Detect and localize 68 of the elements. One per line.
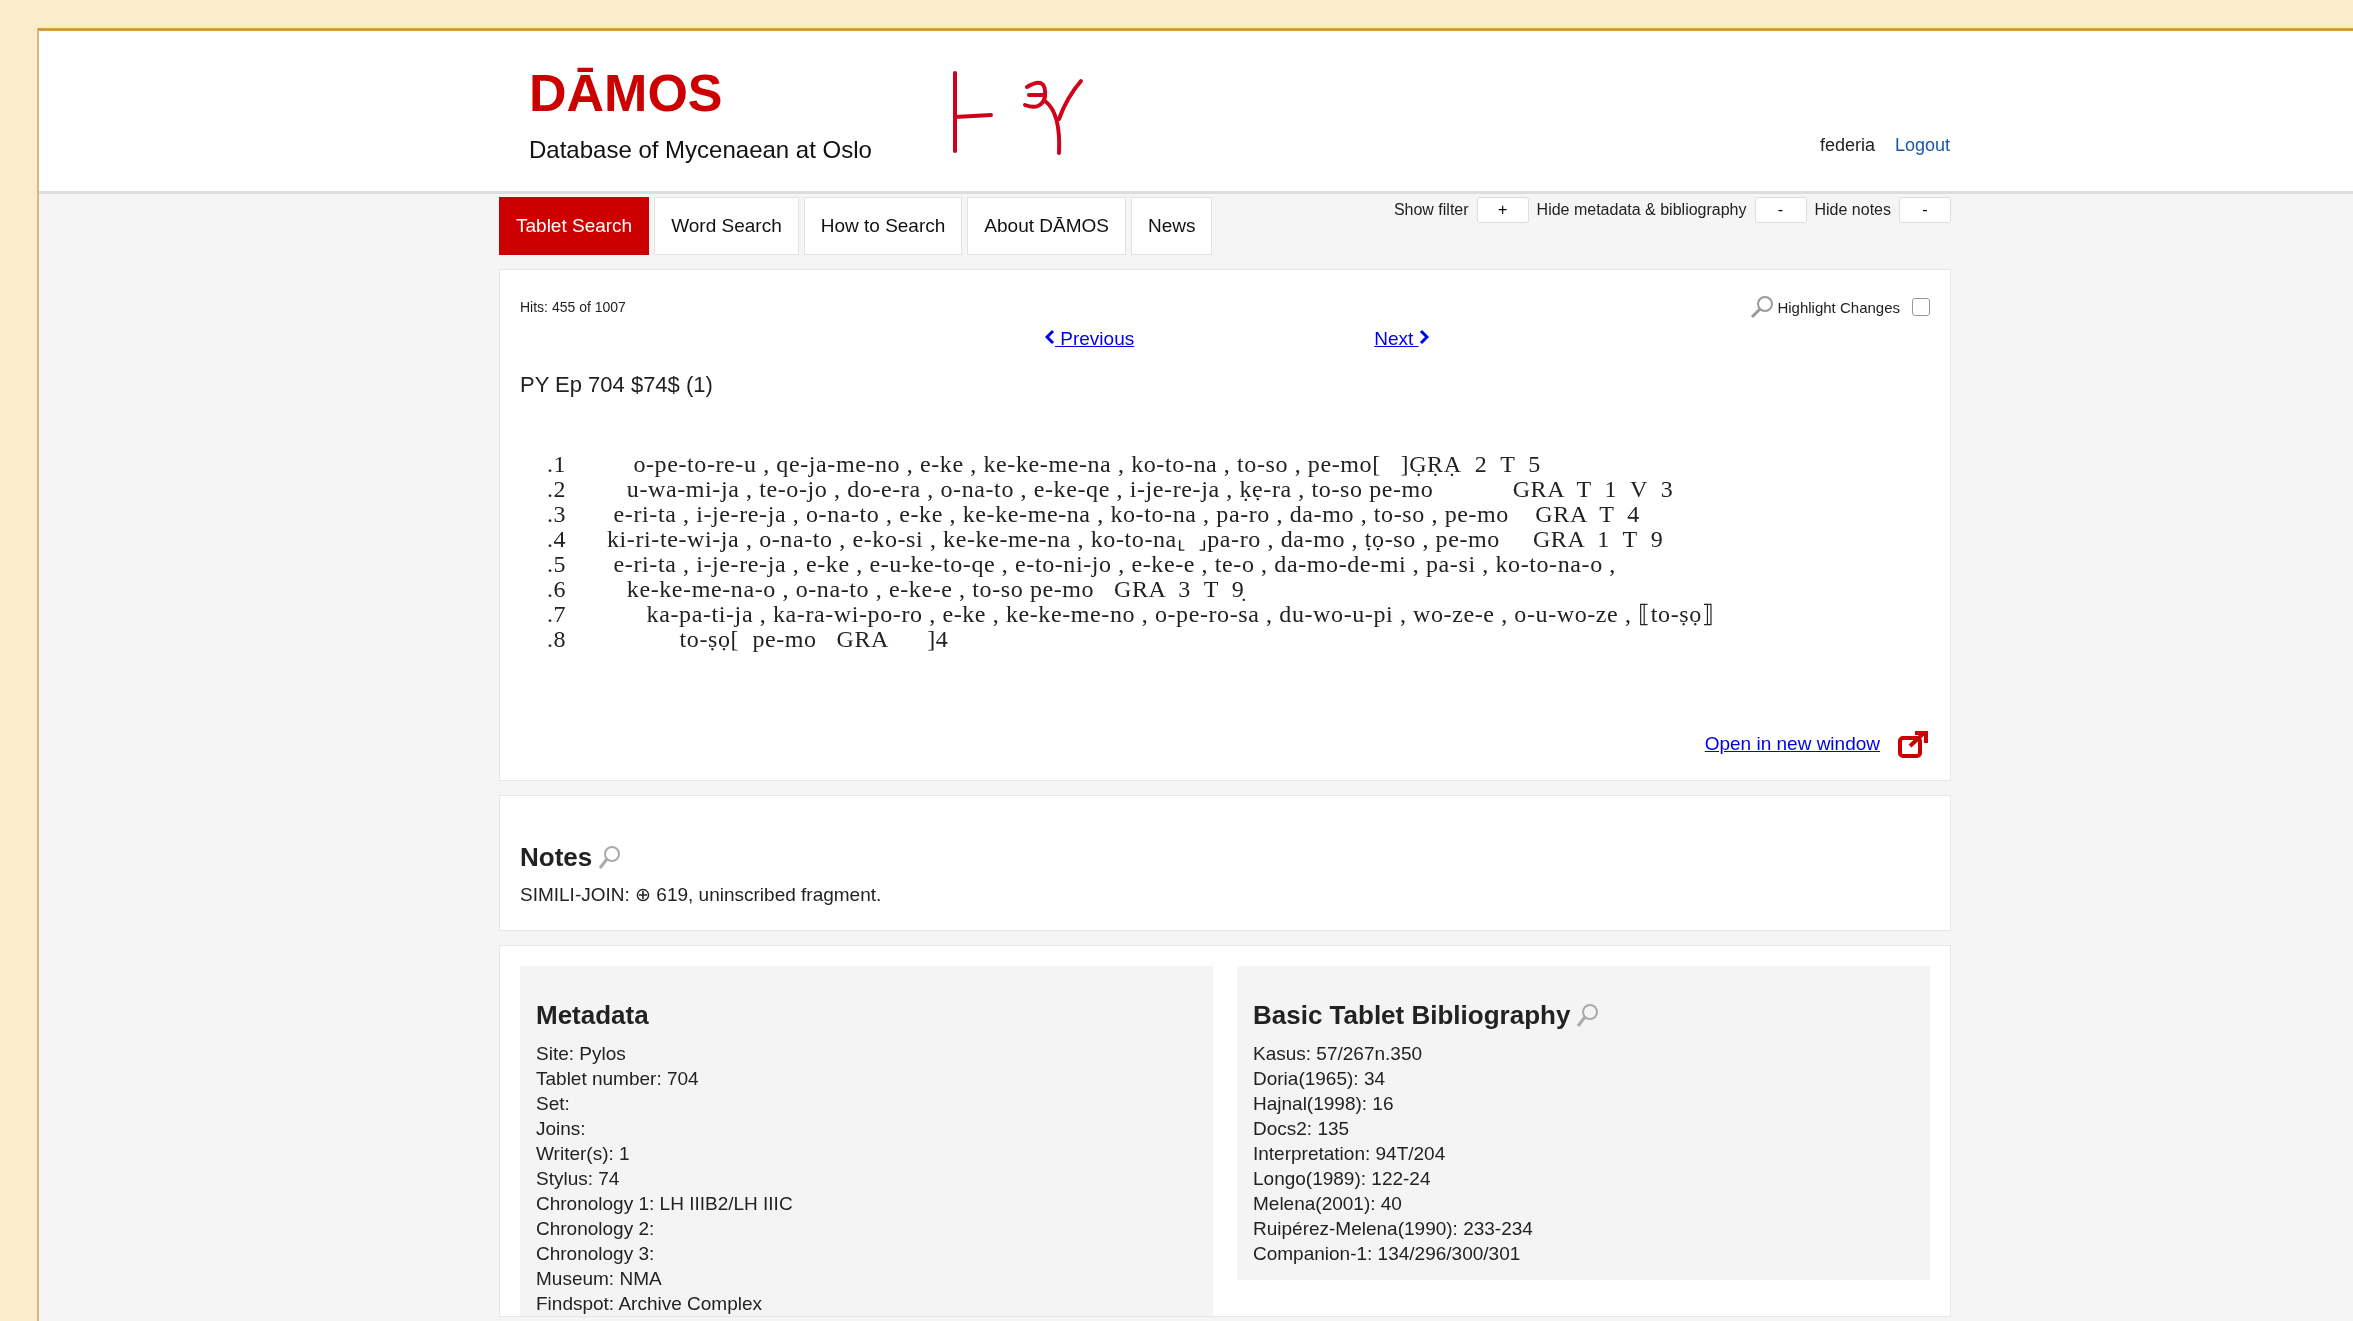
nav-tab[interactable]: About DĀMOS	[967, 197, 1126, 255]
transcription-line: to-ṣọ[ pe-mo GRA ]4	[679, 627, 949, 652]
bibliography-item: Companion-1: 134/296/300/301	[1253, 1242, 1522, 1266]
transcription-line: e-ri-ta , i-je-re-ja , e-ke , e-u-ke-to-qe , e-to-ni-jo , e-ke-e , te-o , da-mo-de-mi , pa-si , ko-to-na-o ,	[613, 552, 1616, 577]
metadata-item: Stylus: 74	[536, 1167, 621, 1191]
chevron-left-icon	[1045, 329, 1055, 345]
line-number: .5	[546, 552, 568, 577]
metadata-item: Museum: NMA	[536, 1267, 663, 1291]
transcription-line: e-ri-ta , i-je-re-ja , o-na-to , e-ke , ke-ke-me-na , ko-to-na , pa-ro , da-mo , to-so , pe-mo GRA T 4	[612, 502, 1640, 527]
bibliography-item: Kasus: 57/267n.350	[1253, 1042, 1424, 1066]
chevron-right-icon	[1418, 329, 1429, 345]
notes-heading: Notes	[520, 842, 593, 873]
toggle-label: Show filter	[1393, 201, 1469, 219]
metadata-item: Findspot: Archive Complex	[536, 1292, 763, 1316]
bibliography-heading: Basic Tablet Bibliography	[1253, 1000, 1571, 1031]
search-icon	[598, 844, 623, 871]
open-in-new-window-link[interactable]: Open in new window	[1704, 733, 1880, 755]
line-number: .2	[546, 477, 568, 502]
metadata-item: Joins:	[536, 1117, 587, 1141]
highlight-changes-label: Highlight Changes	[1777, 298, 1900, 316]
transcription-line: ka-pa-ti-ja , ka-ra-wi-po-ro , e-ke , ke-ke-me-no , o-pe-ro-sa , du-wo-u-pi , wo-ze-e , o-u-wo-ze , ⟦to-ṣọ⟧	[645, 602, 1715, 627]
toggle-button[interactable]: -	[1754, 197, 1807, 223]
toggle-button[interactable]: +	[1476, 197, 1529, 223]
bibliography-item: Melena(2001): 40	[1253, 1192, 1403, 1216]
metadata-item: Chronology 3:	[536, 1242, 656, 1266]
metadata-item: Site: Pylos	[536, 1042, 627, 1066]
metadata-item: Writer(s): 1	[536, 1142, 631, 1166]
external-link-icon[interactable]	[1898, 730, 1930, 758]
transcription-line: o-pe-to-re-u , qe-ja-me-no , e-ke , ke-ke-me-na , ko-to-na , to-so , pe-mo[ ]G̣ṚẠ 2 T 5	[632, 452, 1541, 477]
bibliography-item: Hajnal(1998): 16	[1253, 1092, 1395, 1116]
highlight-changes-checkbox[interactable]	[1912, 298, 1930, 316]
transcription-line: u-wa-mi-ja , te-o-jo , do-e-ra , o-na-to , e-ke-qe , i-je-re-ja , ḳẹ-ra , to-so pe-mo GRA T 1 V 3	[625, 477, 1674, 502]
logout-link[interactable]: Logout	[1894, 135, 1950, 156]
bibliography-item: Doria(1965): 34	[1253, 1067, 1387, 1091]
metadata-item: Chronology 1: LH IIIB2/LH IIIC	[536, 1192, 794, 1216]
metadata-item: Chronology 2:	[536, 1217, 656, 1241]
toggle-label: Hide notes	[1814, 201, 1891, 219]
site-subtitle: Database of Mycenaean at Oslo	[529, 136, 873, 165]
username: federia	[1819, 135, 1875, 156]
bibliography-item: Ruipérez-Melena(1990): 233-234	[1253, 1217, 1534, 1241]
previous-link[interactable]: Previous	[1045, 328, 1135, 350]
tablet-title: PY Ep 704 $74$ (1)	[520, 372, 714, 398]
transcription-line: ke-ke-me-na-o , o-na-to , e-ke-e , to-so pe-mo GRA 3 T 9̣	[625, 577, 1245, 602]
line-number: .3	[546, 502, 568, 527]
nav-tab[interactable]: Word Search	[654, 197, 799, 255]
line-number: .7	[546, 602, 568, 627]
metadata-heading: Metadata	[536, 1000, 649, 1031]
line-number: .6	[546, 577, 568, 602]
next-link[interactable]: Next	[1374, 328, 1429, 350]
metadata-item: Tablet number: 704	[536, 1067, 700, 1091]
line-number: .4	[546, 527, 568, 552]
bibliography-item: Docs2: 135	[1253, 1117, 1351, 1141]
toggle-label: Hide metadata & bibliography	[1536, 201, 1747, 219]
toggle-button[interactable]: -	[1899, 197, 1951, 223]
metadata-item: Set:	[536, 1092, 571, 1116]
line-number: .1	[546, 452, 568, 477]
site-logo[interactable]: DĀMOS	[529, 65, 949, 123]
nav-tab[interactable]: Tablet Search	[499, 197, 650, 255]
bibliography-item: Interpretation: 94T/204	[1253, 1142, 1447, 1166]
nav-tab[interactable]: News	[1130, 197, 1213, 255]
search-icon	[1749, 294, 1776, 320]
hits-count: Hits: 455 of 1007	[520, 299, 626, 315]
bibliography-item: Longo(1989): 122-24	[1253, 1167, 1432, 1191]
line-number: .8	[546, 627, 568, 652]
note-text: SIMILI-JOIN: ⊕ 619, uninscribed fragment.	[520, 883, 883, 906]
nav-tab[interactable]: How to Search	[803, 197, 963, 255]
search-icon	[1576, 1002, 1601, 1029]
transcription-line: ki-ri-te-wi-ja , o-na-to , e-ko-si , ke-ke-me-na , ko-to-na⸤ ⸥pa-ro , da-mo , ṭọ-so , pe-mo GRA 1 T 9	[607, 527, 1664, 552]
